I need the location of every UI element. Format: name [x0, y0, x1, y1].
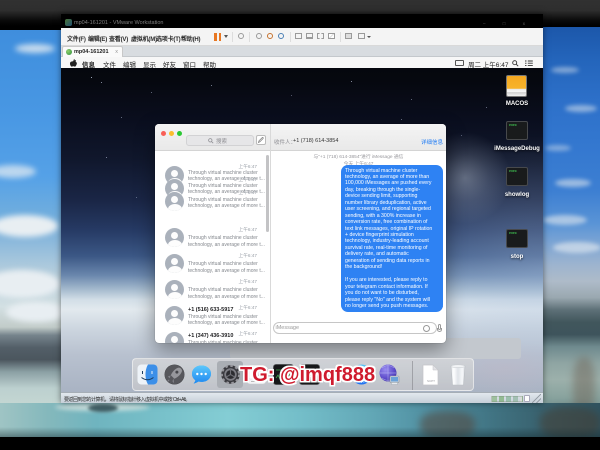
svg-text:SCPT: SCPT — [427, 379, 435, 383]
